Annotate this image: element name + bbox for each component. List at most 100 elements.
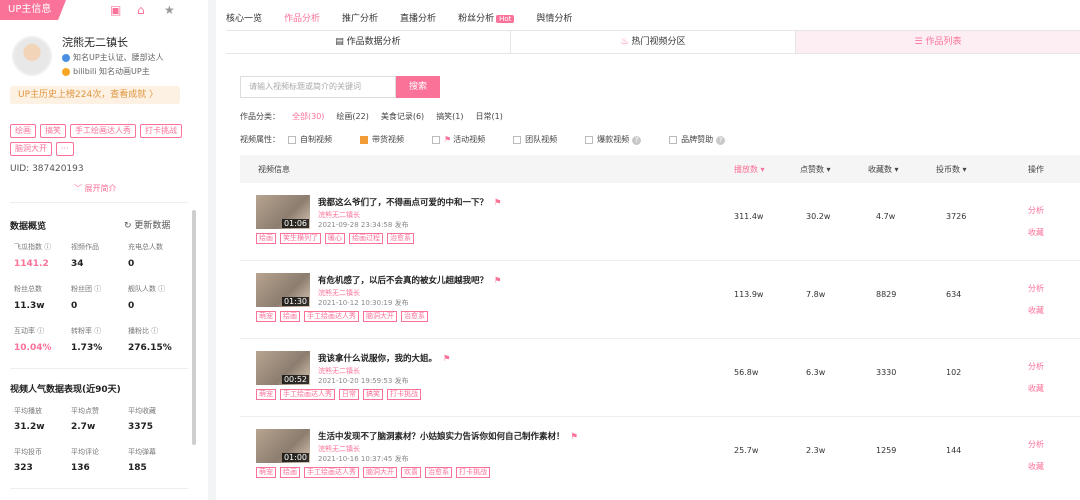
nav-core[interactable]: 核心一览 [226, 11, 262, 24]
up-tag[interactable]: 脑洞大开 [10, 142, 52, 156]
checkbox[interactable] [288, 135, 296, 144]
video-tag[interactable]: 萌宠 [256, 389, 276, 400]
video-tag[interactable]: 治愈系 [401, 311, 428, 322]
help-icon[interactable]: ? [632, 136, 642, 145]
video-tag[interactable]: 日常 [339, 389, 359, 400]
video-author[interactable]: 浣熊无二镇长 [318, 366, 360, 376]
divider [10, 202, 188, 203]
nav-sentiment[interactable]: 舆情分析 [536, 11, 572, 24]
left-scrollbar[interactable] [192, 210, 196, 445]
col-coins[interactable]: 投币数 ▾ [936, 164, 967, 175]
video-thumbnail[interactable]: 01:00 [256, 429, 310, 463]
video-tag[interactable]: 脑洞大开 [363, 311, 397, 322]
help-icon[interactable]: ? [716, 136, 726, 145]
attr-self-made[interactable]: 自制视频 [288, 134, 332, 145]
video-tag[interactable]: 绘画过程 [349, 233, 383, 244]
category-funny[interactable]: 搞笑(1) [436, 111, 463, 122]
video-tag[interactable]: 萌宠 [256, 311, 276, 322]
up-tag[interactable]: 打卡挑战 [140, 124, 182, 138]
collect-button[interactable]: 收藏 [1028, 461, 1044, 472]
video-title[interactable]: 生活中发现不了脑洞素材？小姑娘实力告诉你如何自己制作素材！ ⚑ [318, 430, 578, 442]
search-input[interactable]: 请输入视频标题或简介的关键词 [240, 76, 396, 98]
analyze-button[interactable]: 分析 [1028, 283, 1044, 294]
category-daily[interactable]: 日常(1) [476, 111, 503, 122]
attr-team[interactable]: 团队视频 [513, 134, 557, 145]
video-tag[interactable]: 手工绘画达人秀 [280, 389, 335, 400]
divider [10, 368, 188, 369]
up-tag[interactable]: 手工绘画达人秀 [70, 124, 136, 138]
video-title[interactable]: 我都这么爷们了，不得画点可爱的中和一下？ ⚑ [318, 196, 502, 208]
more-tags-button[interactable]: ··· [56, 142, 74, 156]
tab-work-list[interactable]: ☰ 作品列表 [795, 31, 1080, 53]
video-title[interactable]: 我该拿什么说服你，我的大姐。 ⚑ [318, 352, 451, 364]
video-author[interactable]: 浣熊无二镇长 [318, 288, 360, 298]
category-all[interactable]: 全部(30) [292, 111, 324, 122]
nav-fans[interactable]: 粉丝分析 Hot [458, 11, 515, 24]
video-author[interactable]: 浣熊无二镇长 [318, 444, 360, 454]
checkbox[interactable] [432, 135, 440, 144]
collect-button[interactable]: 收藏 [1028, 305, 1044, 316]
list-icon: ☰ [914, 37, 926, 47]
video-tag[interactable]: 脑洞大开 [363, 467, 397, 478]
collect-button[interactable]: 收藏 [1028, 227, 1044, 238]
video-tag[interactable]: 手工绘画达人秀 [304, 467, 359, 478]
checkbox[interactable] [513, 135, 522, 144]
video-tag[interactable]: 萌宠 [256, 467, 276, 478]
star-icon[interactable]: ★ [164, 4, 177, 17]
video-title[interactable]: 有危机感了，以后不会真的被女儿超越我吧？ ⚑ [318, 274, 502, 286]
video-author[interactable]: 浣熊无二镇长 [318, 210, 360, 220]
up-tag[interactable]: 搞笑 [40, 124, 66, 138]
video-tag[interactable]: 绘画 [280, 311, 300, 322]
nav-works[interactable]: 作品分析 [284, 11, 320, 24]
attr-sponsored[interactable]: 品牌赞助? [669, 134, 726, 145]
video-thumbnail[interactable]: 01:06 [256, 195, 310, 229]
cart-icon[interactable] [360, 135, 368, 144]
analyze-button[interactable]: 分析 [1028, 205, 1044, 216]
video-icon[interactable]: ▣ [110, 4, 123, 17]
video-tag[interactable]: 绘画 [256, 233, 276, 244]
analyze-button[interactable]: 分析 [1028, 361, 1044, 372]
video-thumbnail[interactable]: 01:30 [256, 273, 310, 307]
video-tag[interactable]: 欢喜 [401, 467, 421, 478]
video-tag[interactable]: 搞笑 [363, 389, 383, 400]
history-banner[interactable]: UP主历史上榜224次，查看成就 〉 [10, 86, 180, 104]
analyze-button[interactable]: 分析 [1028, 439, 1044, 450]
coins-value: 634 [946, 290, 962, 299]
attr-viral[interactable]: 爆款视频? [585, 134, 642, 145]
category-painting[interactable]: 绘画(22) [336, 111, 368, 122]
tab-hot-zones[interactable]: ♨ 热门视频分区 [510, 31, 795, 53]
video-tag[interactable]: 笑生横列了 [280, 233, 321, 244]
video-tag[interactable]: 治愈系 [387, 233, 414, 244]
tab-work-data[interactable]: ▤ 作品数据分析 [226, 31, 510, 53]
col-plays[interactable]: 播放数 ▾ [734, 164, 765, 175]
up-info-tab[interactable]: UP主信息 [0, 0, 66, 20]
video-thumbnail[interactable]: 00:52 [256, 351, 310, 385]
stat-label: 转粉率 ⓘ [71, 327, 102, 335]
video-tag[interactable]: 治愈系 [425, 467, 452, 478]
video-tag[interactable]: 手工绘画达人秀 [304, 311, 359, 322]
category-label: 作品分类： [240, 112, 280, 121]
nav-live[interactable]: 直播分析 [400, 11, 436, 24]
search-button[interactable]: 搜索 [396, 76, 440, 98]
col-favs[interactable]: 收藏数 ▾ [868, 164, 899, 175]
category-food[interactable]: 美食记录(6) [381, 111, 424, 122]
refresh-button[interactable]: ↻ 更新数据 [124, 218, 170, 231]
collect-button[interactable]: 收藏 [1028, 383, 1044, 394]
stat-value: 1141.2 [14, 259, 49, 269]
video-tag[interactable]: 打卡挑战 [387, 389, 421, 400]
stat-value: 10.04% [14, 343, 52, 353]
video-tag[interactable]: 绘画 [280, 467, 300, 478]
video-tag[interactable]: 暖心 [325, 233, 345, 244]
checkbox[interactable] [585, 135, 594, 144]
flag-icon: ⚑ [444, 135, 452, 144]
expand-bio-button[interactable]: ﹀ 展开简介 [74, 183, 117, 194]
video-tag[interactable]: 打卡挑战 [456, 467, 490, 478]
checkbox[interactable] [669, 135, 678, 144]
nav-promotion[interactable]: 推广分析 [342, 11, 378, 24]
up-tag[interactable]: 绘画 [10, 124, 36, 138]
stat-value: 34 [71, 259, 84, 269]
attr-activity[interactable]: ⚑ 活动视频 [432, 134, 485, 145]
attr-shopping[interactable]: 带货视频 [360, 134, 404, 145]
col-likes[interactable]: 点赞数 ▾ [800, 164, 831, 175]
home-icon[interactable]: ⌂ [137, 4, 150, 17]
